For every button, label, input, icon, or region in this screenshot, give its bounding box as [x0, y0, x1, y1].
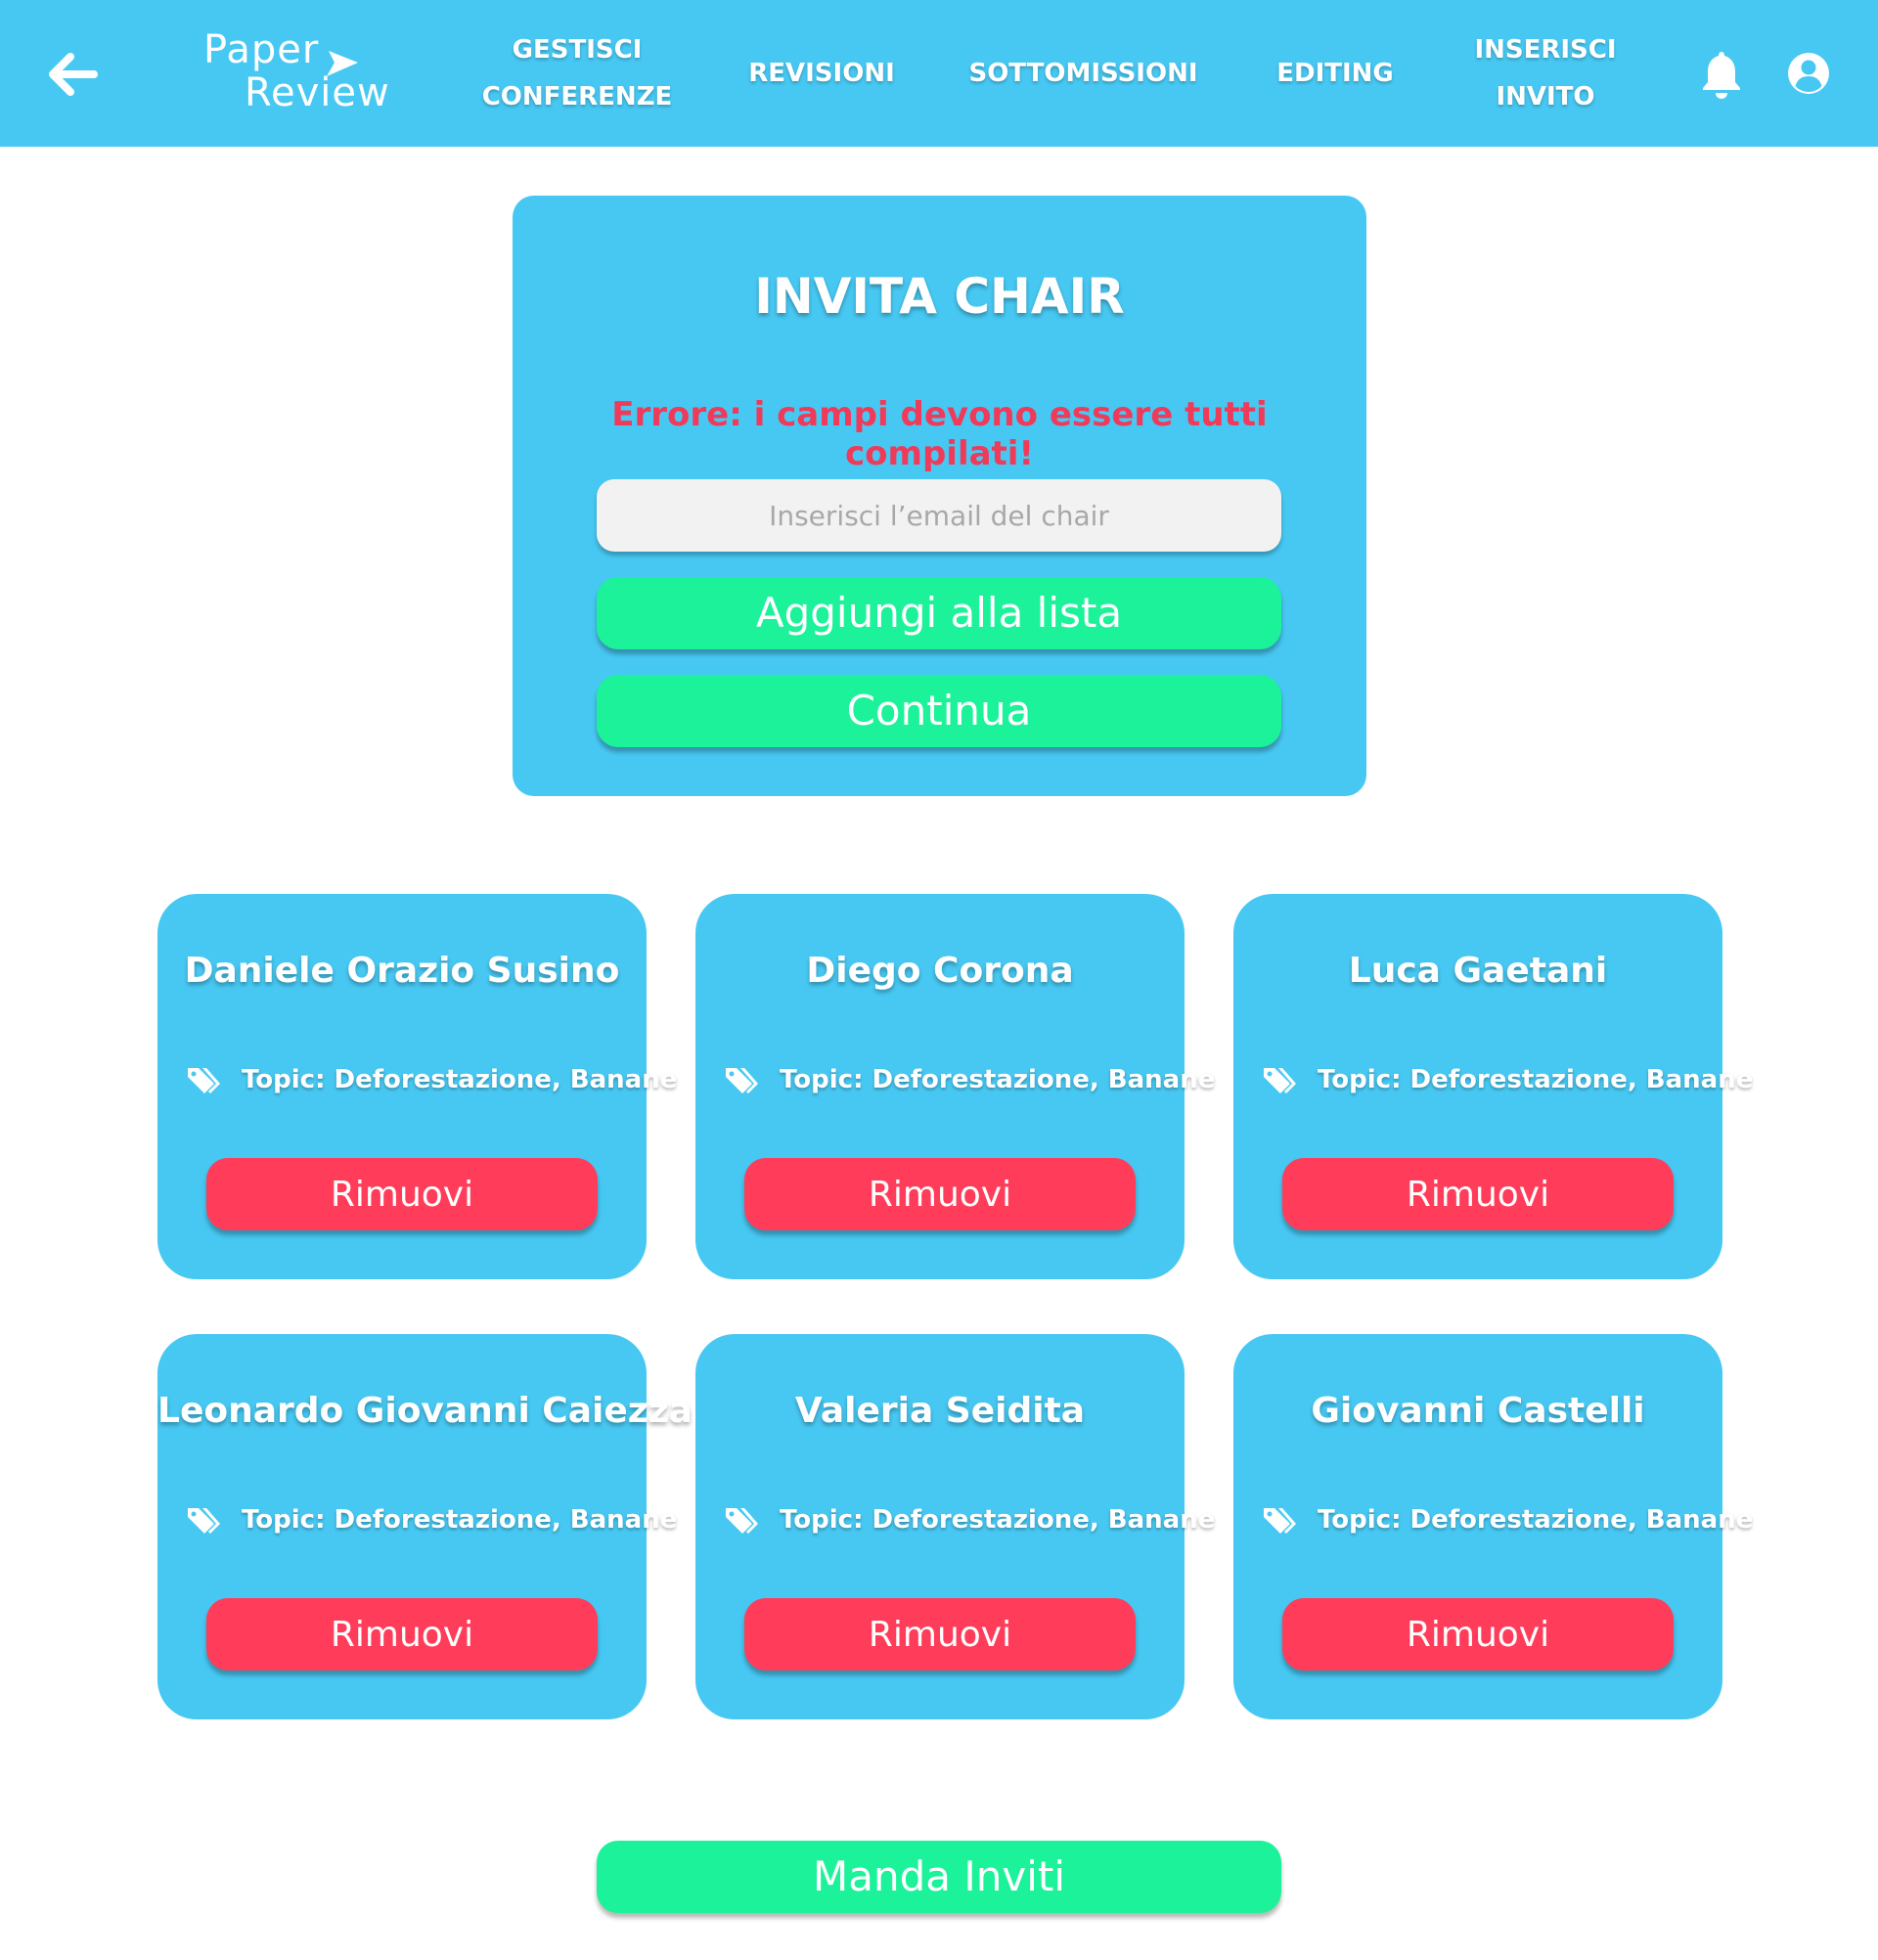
app-logo[interactable]: Paper Review	[201, 27, 397, 121]
topic-text: Topic: Deforestazione, Banane	[1318, 1505, 1754, 1535]
logo-text-paper: Paper	[203, 27, 320, 72]
arrow-left-icon[interactable]	[45, 47, 100, 102]
topic-row: Topic: Deforestazione, Banane	[1261, 1500, 1753, 1539]
tags-icon	[1264, 1068, 1296, 1093]
panel-title: INVITA CHAIR	[754, 268, 1125, 325]
tags-icon	[188, 1068, 220, 1093]
logo-text-review: Review	[245, 70, 390, 115]
continue-button[interactable]: Continua	[597, 675, 1281, 747]
invite-chair-panel: INVITA CHAIR Errore: i campi devono esse…	[513, 196, 1366, 796]
top-navbar: Paper Review GESTISCI CONFERENZE REVISIO…	[0, 0, 1878, 147]
topic-text: Topic: Deforestazione, Banane	[780, 1065, 1216, 1094]
bell-icon[interactable]	[1697, 49, 1746, 100]
chair-name: Luca Gaetani	[1348, 951, 1608, 991]
nav-label-line1: GESTISCI	[512, 35, 643, 65]
chair-card: Luca Gaetani Topic: Deforestazione, Bana…	[1233, 894, 1753, 1279]
chair-name: Diego Corona	[806, 951, 1074, 991]
nav-inserisci-invito[interactable]: INSERISCI INVITO	[1462, 0, 1629, 147]
remove-button[interactable]: Rimuovi	[1282, 1598, 1674, 1670]
nav-label-line2: CONFERENZE	[481, 82, 673, 111]
chair-card: Daniele Orazio Susino Topic: Deforestazi…	[157, 894, 677, 1279]
tags-icon	[726, 1508, 758, 1534]
nav-gestisci-conferenze[interactable]: GESTISCI CONFERENZE	[479, 0, 675, 147]
topic-row: Topic: Deforestazione, Banane	[723, 1500, 1215, 1539]
chair-name: Daniele Orazio Susino	[184, 951, 620, 991]
add-to-list-button[interactable]: Aggiungi alla lista	[597, 577, 1281, 649]
nav-editing[interactable]: EDITING	[1262, 0, 1408, 147]
remove-button[interactable]: Rimuovi	[206, 1158, 598, 1230]
remove-button[interactable]: Rimuovi	[206, 1598, 598, 1670]
nav-label: SOTTOMISSIONI	[968, 59, 1198, 88]
nav-label: EDITING	[1276, 59, 1394, 88]
chair-name: Valeria Seidita	[794, 1391, 1086, 1431]
chair-card: Valeria Seidita Topic: Deforestazione, B…	[695, 1334, 1215, 1719]
tags-icon	[188, 1508, 220, 1534]
remove-button[interactable]: Rimuovi	[744, 1158, 1136, 1230]
chair-card: Giovanni Castelli Topic: Deforestazione,…	[1233, 1334, 1753, 1719]
chair-name: Giovanni Castelli	[1311, 1391, 1645, 1431]
user-circle-icon[interactable]	[1786, 51, 1831, 96]
tags-icon	[726, 1068, 758, 1093]
tags-icon	[1264, 1508, 1296, 1534]
nav-label-line1: INSERISCI	[1474, 35, 1617, 65]
topic-text: Topic: Deforestazione, Banane	[780, 1505, 1216, 1535]
topic-text: Topic: Deforestazione, Banane	[242, 1065, 678, 1094]
send-invites-button[interactable]: Manda Inviti	[597, 1841, 1281, 1913]
topic-row: Topic: Deforestazione, Banane	[185, 1060, 677, 1099]
email-input[interactable]	[597, 479, 1281, 552]
topic-row: Topic: Deforestazione, Banane	[185, 1500, 677, 1539]
topic-row: Topic: Deforestazione, Banane	[1261, 1060, 1753, 1099]
topic-text: Topic: Deforestazione, Banane	[242, 1505, 678, 1535]
nav-revisioni[interactable]: REVISIONI	[738, 0, 905, 147]
topic-row: Topic: Deforestazione, Banane	[723, 1060, 1215, 1099]
remove-button[interactable]: Rimuovi	[744, 1598, 1136, 1670]
nav-sottomissioni[interactable]: SOTTOMISSIONI	[968, 0, 1198, 147]
error-message: Errore: i campi devono essere tutti comp…	[611, 395, 1268, 473]
chair-name: Leonardo Giovanni Caiezza	[157, 1391, 693, 1431]
nav-label-line2: INVITO	[1496, 82, 1595, 111]
nav-label: REVISIONI	[748, 59, 895, 88]
chair-card: Leonardo Giovanni Caiezza Topic: Defores…	[157, 1334, 693, 1719]
chair-card: Diego Corona Topic: Deforestazione, Bana…	[695, 894, 1215, 1279]
topic-text: Topic: Deforestazione, Banane	[1318, 1065, 1754, 1094]
remove-button[interactable]: Rimuovi	[1282, 1158, 1674, 1230]
